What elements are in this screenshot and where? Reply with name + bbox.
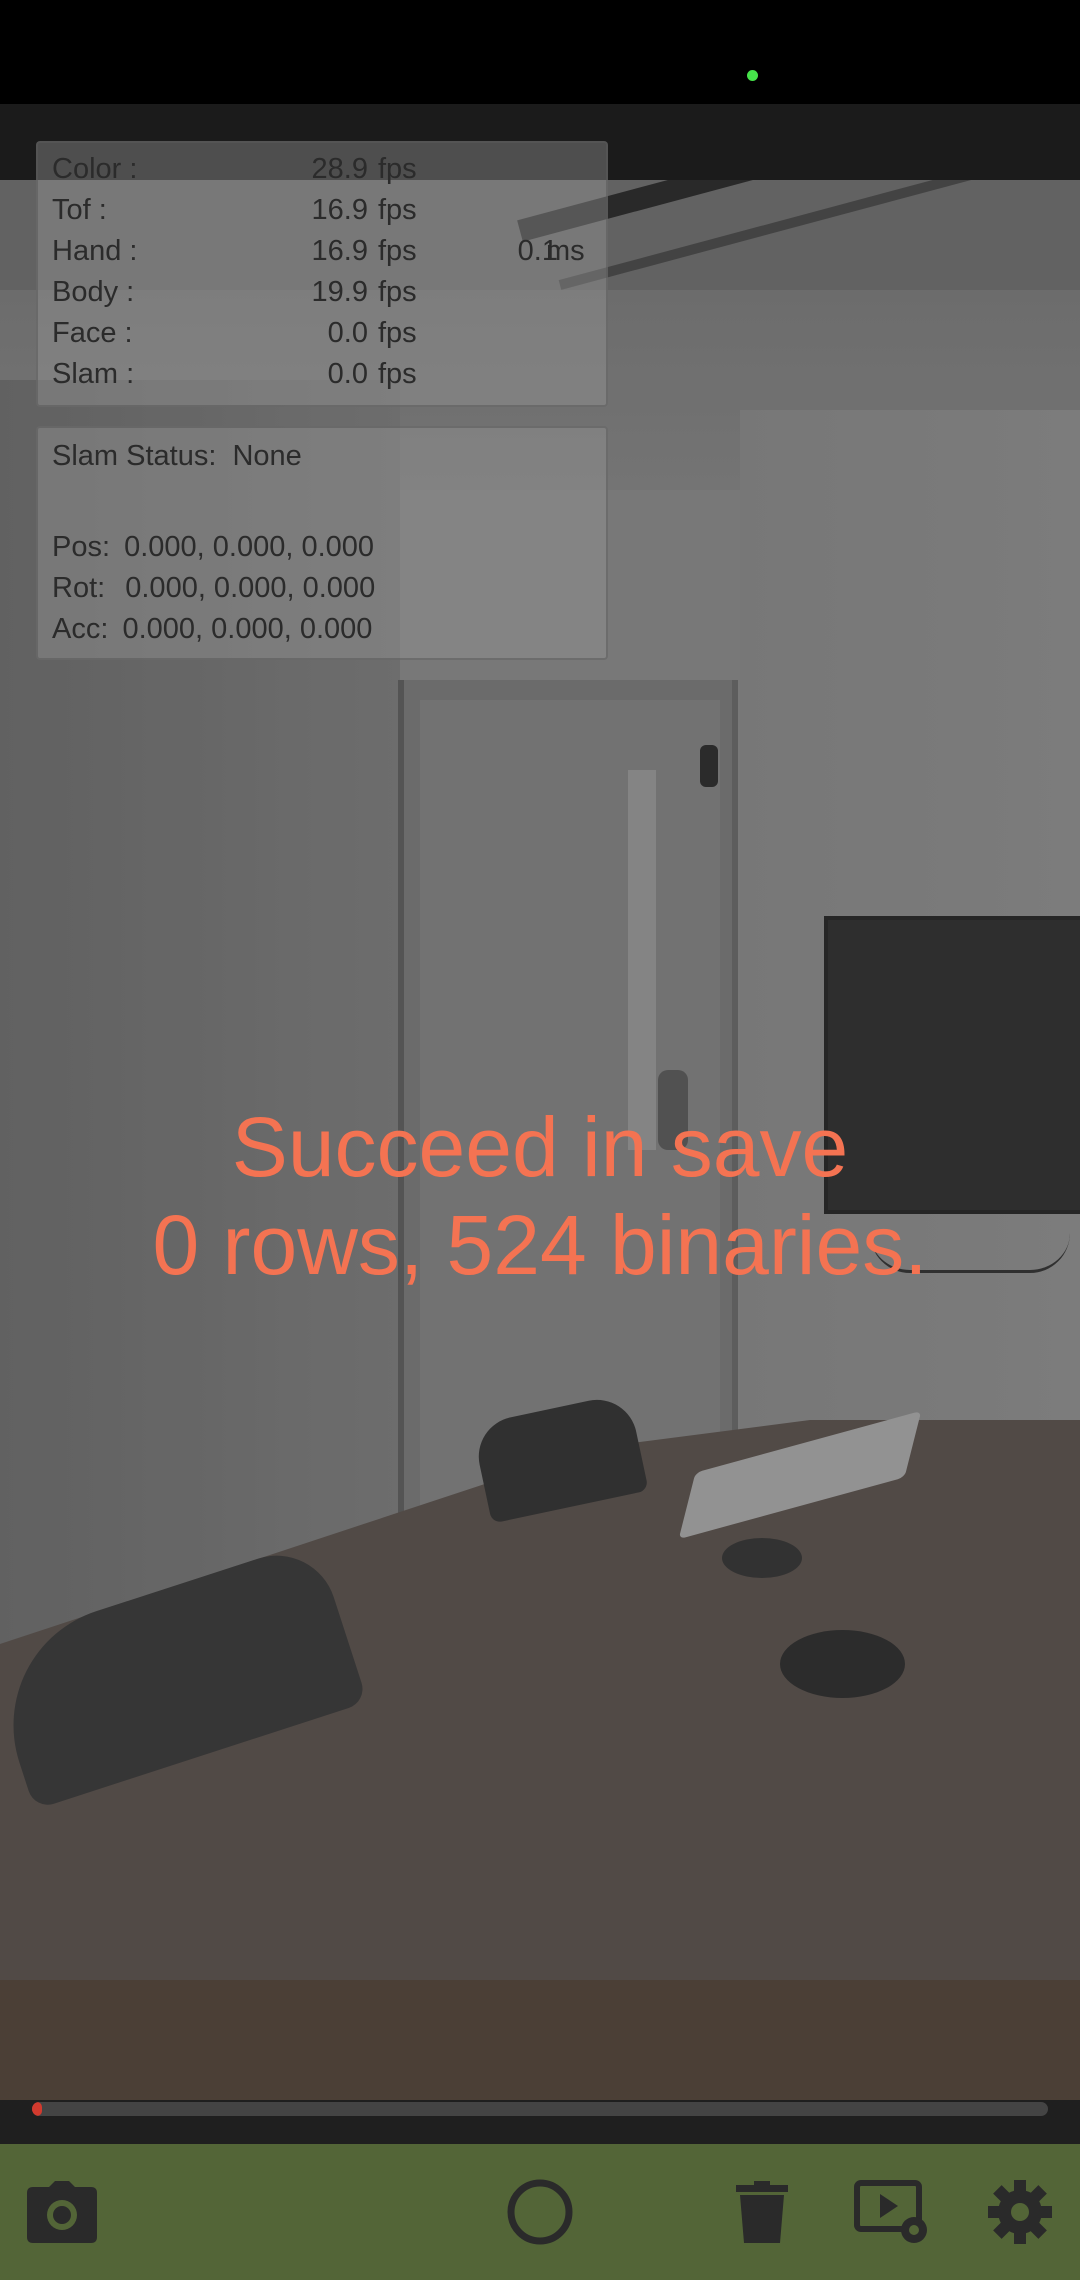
latency-value: 0.1 — [517, 235, 558, 267]
fps-value: 19.9 — [311, 276, 368, 308]
trash-icon — [736, 2181, 788, 2243]
recording-progress-bar — [32, 2102, 1048, 2116]
acc-value: 0.000, 0.000, 0.000 — [122, 613, 373, 645]
fps-row-body: Body : 19.9 fps — [38, 276, 606, 316]
fps-unit: fps — [378, 358, 417, 390]
fps-unit: fps — [378, 194, 417, 226]
fps-value: 0.0 — [327, 317, 368, 349]
acc-label: Acc: — [52, 613, 109, 645]
toast-line-1: Succeed in save — [231, 1100, 849, 1194]
latency-unit: ms — [546, 235, 585, 267]
camera-indicator-dot — [747, 70, 758, 81]
fps-value: 28.9 — [311, 153, 368, 185]
settings-gear-icon — [988, 2180, 1052, 2244]
fps-row-color: Color : 28.9 fps — [38, 153, 606, 193]
slam-status-panel: Slam Status: None Pos: 0.000, 0.000, 0.0… — [36, 426, 608, 660]
fps-row-hand: Hand : 16.9 fps 0.1 ms — [38, 235, 606, 275]
fps-label: Hand : — [52, 235, 138, 267]
fps-value: 16.9 — [311, 194, 368, 226]
fps-unit: fps — [378, 276, 417, 308]
fps-row-slam: Slam : 0.0 fps — [38, 358, 606, 398]
pos-row: Pos: 0.000, 0.000, 0.000 — [52, 531, 374, 564]
fps-label: Color : — [52, 153, 138, 185]
slam-status-value: None — [232, 440, 302, 472]
slam-status-label: Slam Status: — [52, 440, 217, 472]
fps-unit: fps — [378, 153, 417, 185]
scene-floor — [0, 1980, 1080, 2100]
camera-icon — [27, 2181, 97, 2243]
toast-line-2: 0 rows, 524 binaries. — [152, 1198, 928, 1292]
settings-button[interactable] — [980, 2172, 1060, 2252]
save-result-toast: Succeed in save 0 rows, 524 binaries. — [0, 1098, 1080, 1294]
fps-row-face: Face : 0.0 fps — [38, 317, 606, 357]
status-bar — [0, 0, 1080, 104]
playback-settings-button[interactable] — [852, 2172, 932, 2252]
acc-row: Acc: 0.000, 0.000, 0.000 — [52, 613, 372, 646]
fps-label: Body : — [52, 276, 135, 308]
fps-unit: fps — [378, 235, 417, 267]
pos-label: Pos: — [52, 531, 111, 563]
fps-row-tof: Tof : 16.9 fps — [38, 194, 606, 234]
capture-button[interactable] — [22, 2172, 102, 2252]
delete-button[interactable] — [722, 2172, 802, 2252]
record-button[interactable] — [500, 2172, 580, 2252]
fps-value: 16.9 — [311, 235, 368, 267]
progress-fill — [32, 2102, 43, 2116]
fps-label: Slam : — [52, 358, 135, 390]
playback-settings-icon — [854, 2180, 927, 2243]
pos-value: 0.000, 0.000, 0.000 — [124, 531, 375, 563]
rot-row: Rot: 0.000, 0.000, 0.000 — [52, 572, 375, 605]
rot-value: 0.000, 0.000, 0.000 — [125, 572, 376, 604]
fps-label: Face : — [52, 317, 133, 349]
record-icon — [507, 2179, 573, 2245]
fps-value: 0.0 — [327, 358, 368, 390]
rot-label: Rot: — [52, 572, 106, 604]
fps-stats-panel: Color : 28.9 fps Tof : 16.9 fps Hand : 1… — [36, 141, 608, 407]
slam-status-row: Slam Status: None — [52, 440, 302, 473]
fps-unit: fps — [378, 317, 417, 349]
fps-label: Tof : — [52, 194, 107, 226]
